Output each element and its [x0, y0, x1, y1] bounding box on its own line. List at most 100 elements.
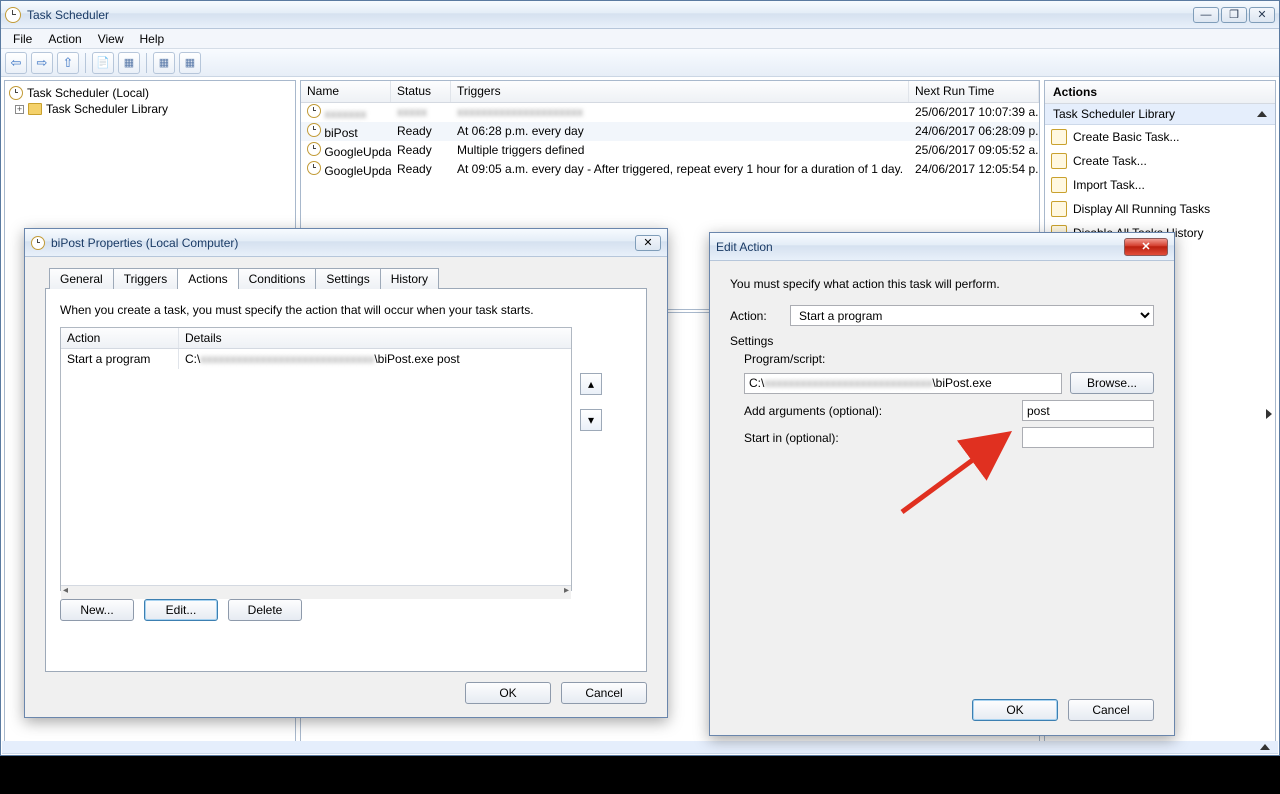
horizontal-scrollbar[interactable] — [61, 585, 571, 599]
arguments-input[interactable] — [1022, 400, 1154, 421]
col-triggers[interactable]: Triggers — [451, 81, 909, 102]
col-status[interactable]: Status — [391, 81, 451, 102]
task-next: 24/06/2017 06:28:09 p. — [909, 122, 1039, 140]
clock-icon — [5, 7, 21, 23]
task-next: 25/06/2017 10:07:39 a. — [909, 103, 1039, 121]
program-input[interactable]: C:\xxxxxxxxxxxxxxxxxxxxxxxxxxxx\biPost.e… — [744, 373, 1062, 394]
expand-icon[interactable] — [1266, 409, 1272, 419]
action-import-task[interactable]: Import Task... — [1045, 173, 1275, 197]
edit-button[interactable]: Edit... — [144, 599, 218, 621]
move-up-button[interactable]: ▴ — [580, 373, 602, 395]
maximize-button[interactable]: ❐ — [1221, 7, 1247, 23]
col-next-run[interactable]: Next Run Time — [909, 81, 1039, 102]
program-label: Program/script: — [744, 352, 1154, 366]
startin-input[interactable] — [1022, 427, 1154, 448]
tab-actions[interactable]: Actions — [177, 268, 238, 289]
col-action: Action — [61, 328, 179, 348]
action-cell: Start a program — [61, 349, 179, 369]
tree-library[interactable]: + Task Scheduler Library — [9, 101, 291, 117]
nav-forward-button[interactable] — [31, 52, 53, 74]
details-prefix: C:\ — [185, 352, 200, 366]
menu-action[interactable]: Action — [42, 30, 87, 48]
tabstrip: General Triggers Actions Conditions Sett… — [25, 257, 667, 288]
task-status: Ready — [391, 122, 451, 140]
clock-icon — [307, 142, 321, 156]
menu-view[interactable]: View — [92, 30, 130, 48]
task-name: biPost — [324, 126, 357, 140]
move-down-button[interactable]: ▾ — [580, 409, 602, 431]
program-blurred: xxxxxxxxxxxxxxxxxxxxxxxxxxxx — [764, 376, 932, 390]
task-name: xxxxxxx — [324, 107, 366, 121]
close-button[interactable]: ✕ — [1124, 238, 1168, 256]
tree-root[interactable]: Task Scheduler (Local) — [9, 85, 291, 101]
close-button[interactable]: ✕ — [635, 235, 661, 251]
tab-conditions[interactable]: Conditions — [238, 268, 317, 289]
task-row[interactable]: GoogleUpda... Ready Multiple triggers de… — [301, 141, 1039, 160]
action-display-running[interactable]: Display All Running Tasks — [1045, 197, 1275, 221]
browse-button[interactable]: Browse... — [1070, 372, 1154, 394]
cancel-button[interactable]: Cancel — [1068, 699, 1154, 721]
dialog-titlebar: biPost Properties (Local Computer) ✕ — [25, 229, 667, 257]
expand-icon[interactable]: + — [15, 105, 24, 114]
toolbar-icon-2[interactable] — [118, 52, 140, 74]
toolbar-icon-1[interactable] — [92, 52, 114, 74]
menu-file[interactable]: File — [7, 30, 38, 48]
task-name: GoogleUpda... — [324, 145, 391, 159]
tab-settings[interactable]: Settings — [315, 268, 380, 289]
ok-button[interactable]: OK — [972, 699, 1058, 721]
delete-button[interactable]: Delete — [228, 599, 302, 621]
action-select[interactable]: Start a program — [790, 305, 1154, 326]
close-button[interactable]: ✕ — [1249, 7, 1275, 23]
clock-icon — [307, 161, 321, 175]
ok-button[interactable]: OK — [465, 682, 551, 704]
details-blurred: xxxxxxxxxxxxxxxxxxxxxxxxxxxxx — [200, 352, 374, 366]
col-details: Details — [179, 328, 571, 348]
task-name: GoogleUpda... — [324, 164, 391, 178]
nav-up-button[interactable] — [57, 52, 79, 74]
arguments-label: Add arguments (optional): — [744, 404, 882, 418]
tree-root-label: Task Scheduler (Local) — [27, 86, 149, 100]
collapse-icon — [1257, 111, 1267, 117]
toolbar-separator — [146, 53, 147, 73]
toolbar-icon-4[interactable] — [179, 52, 201, 74]
action-row[interactable]: Start a program C:\xxxxxxxxxxxxxxxxxxxxx… — [61, 349, 571, 369]
cancel-button[interactable]: Cancel — [561, 682, 647, 704]
clock-icon — [307, 123, 321, 137]
program-prefix: C:\ — [749, 376, 764, 390]
tab-general[interactable]: General — [49, 268, 114, 289]
settings-label: Settings — [730, 334, 1154, 348]
task-list-header: Name Status Triggers Next Run Time — [301, 81, 1039, 103]
dialog-body: You must specify what action this task w… — [710, 261, 1174, 470]
nav-back-button[interactable] — [5, 52, 27, 74]
dialog-title: biPost Properties (Local Computer) — [51, 236, 238, 250]
tree-library-label: Task Scheduler Library — [46, 102, 168, 116]
actions-group-footer[interactable] — [2, 741, 1278, 754]
new-button[interactable]: New... — [60, 599, 134, 621]
task-row[interactable]: GoogleUpda... Ready At 09:05 a.m. every … — [301, 160, 1039, 179]
action-create-task[interactable]: Create Task... — [1045, 149, 1275, 173]
dialog-title: Edit Action — [716, 240, 773, 254]
action-create-basic-task[interactable]: Create Basic Task... — [1045, 125, 1275, 149]
menubar: File Action View Help — [1, 29, 1279, 49]
clock-icon — [9, 86, 23, 100]
tab-triggers[interactable]: Triggers — [113, 268, 179, 289]
col-name[interactable]: Name — [301, 81, 391, 102]
actions-table[interactable]: Action Details Start a program C:\xxxxxx… — [60, 327, 572, 591]
actions-group-header[interactable]: Task Scheduler Library — [1045, 104, 1275, 125]
toolbar-icon-3[interactable] — [153, 52, 175, 74]
task-row-bipost[interactable]: biPost Ready At 06:28 p.m. every day 24/… — [301, 122, 1039, 141]
app-title: Task Scheduler — [27, 8, 109, 22]
action-label: Action: — [730, 309, 790, 323]
dialog-titlebar: Edit Action ✕ — [710, 233, 1174, 261]
task-status: xxxxx — [391, 103, 451, 121]
task-trigger: At 09:05 a.m. every day - After triggere… — [451, 160, 909, 178]
minimize-button[interactable]: — — [1193, 7, 1219, 23]
program-suffix: \biPost.exe — [932, 376, 991, 390]
task-status: Ready — [391, 160, 451, 178]
menu-help[interactable]: Help — [134, 30, 171, 48]
tab-history[interactable]: History — [380, 268, 439, 289]
clock-icon — [31, 236, 45, 250]
tab-description: When you create a task, you must specify… — [60, 303, 632, 317]
task-row[interactable]: xxxxxxx xxxxx xxxxxxxxxxxxxxxxxxxxx 25/0… — [301, 103, 1039, 122]
dialog-description: You must specify what action this task w… — [730, 277, 1154, 291]
